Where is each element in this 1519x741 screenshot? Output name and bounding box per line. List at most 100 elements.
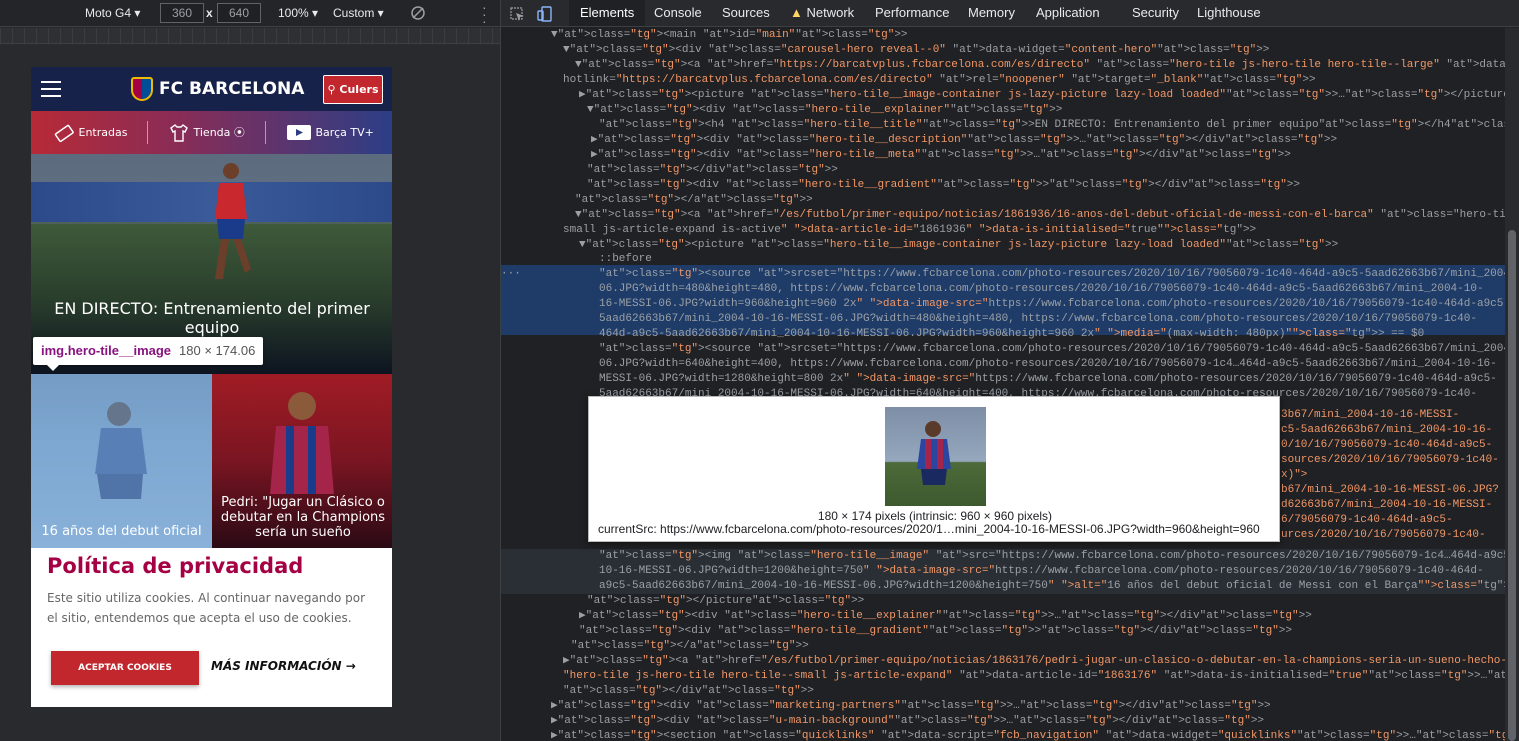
select-element-icon[interactable] xyxy=(509,6,525,22)
dom-line[interactable]: "at">class="tg"><div "at">class="hero-ti… xyxy=(587,178,1300,193)
dom-line-fragment: x)"> xyxy=(1281,469,1308,481)
dom-line[interactable]: 5aad62663b67/mini_2004-10-16-MESSI-06.JP… xyxy=(599,312,1477,327)
zoom-select[interactable]: 100% ▾ xyxy=(278,6,318,20)
scrollbar-thumb[interactable] xyxy=(1508,230,1516,741)
dom-line-fragment: 3b67/mini_2004-10-16-MESSI- xyxy=(1281,409,1460,421)
more-info-link[interactable]: MÁS INFORMACIÓN → xyxy=(211,659,356,673)
dom-line[interactable]: ▶"at">class="tg"><section "at">class="qu… xyxy=(551,729,1505,741)
site-subnav: Entradas Tienda ⦿ Barça TV+ xyxy=(31,111,392,154)
tooltip-selector: img.hero-tile__image xyxy=(41,343,172,358)
throttle-value: Custom xyxy=(333,6,375,20)
dom-tree-scrollbar[interactable] xyxy=(1505,28,1519,741)
tab-lighthouse[interactable]: Lighthouse xyxy=(1186,0,1272,26)
dom-line[interactable]: ▼"at">class="tg"><a "at">href="/es/futbo… xyxy=(575,208,1505,223)
more-options-icon[interactable]: · · · xyxy=(482,0,487,28)
external-link-icon: ⦿ xyxy=(233,126,245,139)
device-select[interactable]: Moto G4 ▾ xyxy=(85,6,140,20)
dom-line[interactable]: ▼"at">class="tg"><div "at">class="hero-t… xyxy=(587,103,1062,118)
dom-line[interactable]: "at">class="tg"><source "at">srcset="htt… xyxy=(599,267,1505,282)
ticket-icon xyxy=(54,124,74,143)
dom-line[interactable]: hotlink="https://barcatvplus.fcbarcelona… xyxy=(563,73,1316,88)
dom-line[interactable]: "at">class="tg"></a"at">class="tg">> xyxy=(571,639,809,654)
inspect-element-tooltip: img.hero-tile__image 180 × 174.06 xyxy=(33,337,264,371)
dom-line[interactable]: ▶"at">class="tg"><picture "at">class="he… xyxy=(579,88,1505,103)
dom-line[interactable]: small js-article-expand is-active" ">dat… xyxy=(563,223,1256,238)
dom-line[interactable]: MESSI-06.JPG?width=1280&height=800 2x" "… xyxy=(599,372,1497,387)
dom-line[interactable]: ▶"at">class="tg"><div "at">class="hero-t… xyxy=(591,148,1291,163)
menu-icon[interactable] xyxy=(41,81,61,97)
dom-line[interactable]: ▼"at">class="tg"><picture "at">class="he… xyxy=(579,238,1338,253)
fcb-crest-logo[interactable] xyxy=(131,77,153,101)
nav-tienda[interactable]: Tienda ⦿ xyxy=(168,111,245,154)
dom-line[interactable]: ▶"at">class="tg"><div "at">class="market… xyxy=(551,699,1271,714)
dom-line[interactable]: "at">class="tg"></div"at">class="tg">> xyxy=(587,163,838,178)
tooltip-size: 180 × 174.06 xyxy=(179,343,256,358)
nav-barca-tv-label: Barça TV+ xyxy=(315,126,374,139)
dom-line[interactable]: "at">class="tg"><source "at">srcset="htt… xyxy=(599,342,1505,357)
dom-line[interactable]: 10-16-MESSI-06.JPG?width=1200&height=750… xyxy=(599,564,1484,579)
tab-network-label: Network xyxy=(806,5,855,20)
device-toolbar-icon[interactable] xyxy=(536,5,553,22)
dom-line[interactable]: 16-MESSI-06.JPG?width=960&height=960 2x"… xyxy=(599,297,1505,312)
dom-line-fragment: 6/79056079-1c40-464d-a9c5- xyxy=(1281,514,1453,526)
culers-button[interactable]: ⚲ Culers xyxy=(323,75,383,104)
site-header: FC BARCELONA ⚲ Culers xyxy=(31,67,392,111)
dom-line[interactable]: ▼"at">class="tg"><div "at">class="carous… xyxy=(563,43,1269,58)
devtools-panel: Elements Console Sources ▲ Network Perfo… xyxy=(501,0,1519,741)
image-dimensions: 180 × 174 pixels (intrinsic: 960 × 960 p… xyxy=(817,509,1053,523)
rotate-icon[interactable] xyxy=(410,5,426,24)
dom-line[interactable]: "at">class="tg"></picture"at">class="tg"… xyxy=(587,594,864,609)
dom-line[interactable]: ▼"at">class="tg"><a "at">href="https://b… xyxy=(575,58,1505,73)
dom-line[interactable]: ▶"at">class="tg"><div "at">class="u-main… xyxy=(551,714,1264,729)
elements-dom-tree[interactable]: ··· ▼"at">class="tg"><main "at">id="main… xyxy=(501,28,1505,741)
tab-elements[interactable]: Elements xyxy=(569,0,646,26)
media-query-ruler xyxy=(0,28,500,44)
dom-line[interactable]: ▶"at">class="tg"><a "at">href="/es/futbo… xyxy=(563,654,1505,669)
dom-line[interactable]: "at">class="tg"></div"at">class="tg">> xyxy=(563,684,814,699)
tab-application[interactable]: Application xyxy=(1025,0,1111,26)
nav-tienda-label: Tienda xyxy=(193,126,231,139)
hero-player-image xyxy=(215,163,251,279)
dom-line[interactable]: ::before xyxy=(599,252,652,267)
tab-memory[interactable]: Memory xyxy=(957,0,1026,26)
node-ellipsis-icon[interactable]: ··· xyxy=(501,267,521,282)
cookie-text: Este sitio utiliza cookies. Al continuar… xyxy=(47,591,366,625)
dom-line[interactable]: "at">class="tg"></a"at">class="tg">> xyxy=(575,193,813,208)
tool-icons xyxy=(509,5,553,22)
tab-security[interactable]: Security xyxy=(1121,0,1190,26)
hero-tile-messi[interactable]: 16 años del debut oficial xyxy=(31,374,212,548)
height-input[interactable]: 640 xyxy=(217,3,261,23)
dom-line-fragment: 0/10/16/79056079-1c40-464d-a9c5- xyxy=(1281,439,1493,451)
site-brand[interactable]: FC BARCELONA xyxy=(159,79,304,99)
hero-tile-pedri[interactable]: Pedri: "Jugar un Clásico o debutar en la… xyxy=(212,374,392,548)
tile2-caption[interactable]: Pedri: "Jugar un Clásico o debutar en la… xyxy=(220,495,386,540)
dom-line[interactable]: 06.JPG?width=480&height=480, https://www… xyxy=(599,282,1484,297)
tile1-caption[interactable]: 16 años del debut oficial xyxy=(31,524,212,539)
dom-line[interactable]: ▶"at">class="tg"><div "at">class="hero-t… xyxy=(591,133,1337,148)
dom-line[interactable]: 06.JPG?width=640&height=400, https://www… xyxy=(599,357,1497,372)
warning-icon: ▲ xyxy=(790,5,803,20)
nav-divider xyxy=(265,121,266,144)
dom-line[interactable]: "at">class="tg"><h4 "at">class="hero-til… xyxy=(599,118,1505,133)
device-name: Moto G4 xyxy=(85,6,132,20)
width-input[interactable]: 360 xyxy=(160,3,204,23)
tab-console[interactable]: Console xyxy=(643,0,713,26)
hero-title[interactable]: EN DIRECTO: Entrenamiento del primer equ… xyxy=(37,299,387,337)
nav-barca-tv[interactable]: Barça TV+ xyxy=(286,111,374,154)
cookie-banner: Política de privacidad Este sitio utiliz… xyxy=(31,548,392,707)
dom-line[interactable]: "at">class="tg"><div "at">class="hero-ti… xyxy=(579,624,1292,639)
accept-cookies-button[interactable]: ACEPTAR COOKIES xyxy=(51,651,199,685)
more-info-label: MÁS INFORMACIÓN xyxy=(211,659,342,673)
dom-line[interactable]: "hero-tile js-hero-tile hero-tile--small… xyxy=(563,669,1505,684)
dom-line[interactable]: ▶"at">class="tg"><div "at">class="hero-t… xyxy=(579,609,1312,624)
nav-entradas[interactable]: Entradas xyxy=(53,111,127,154)
dom-line[interactable]: 464d-a9c5-5aad62663b67/mini_2004-10-16-M… xyxy=(599,327,1424,342)
dom-line[interactable]: ▼"at">class="tg"><main "at">id="main""at… xyxy=(551,28,908,43)
dom-line[interactable]: a9c5-5aad62663b67/mini_2004-10-16-MESSI-… xyxy=(599,579,1505,594)
dom-line[interactable]: "at">class="tg"><img "at">class="hero-ti… xyxy=(599,549,1505,564)
throttle-select[interactable]: Custom ▾ xyxy=(333,6,384,20)
tab-performance[interactable]: Performance xyxy=(864,0,960,26)
tab-network[interactable]: ▲ Network xyxy=(779,0,865,26)
tab-sources[interactable]: Sources xyxy=(711,0,781,26)
device-emulation-pane: Moto G4 ▾ 360 x 640 100% ▾ Custom ▾ · · · … xyxy=(0,0,501,741)
